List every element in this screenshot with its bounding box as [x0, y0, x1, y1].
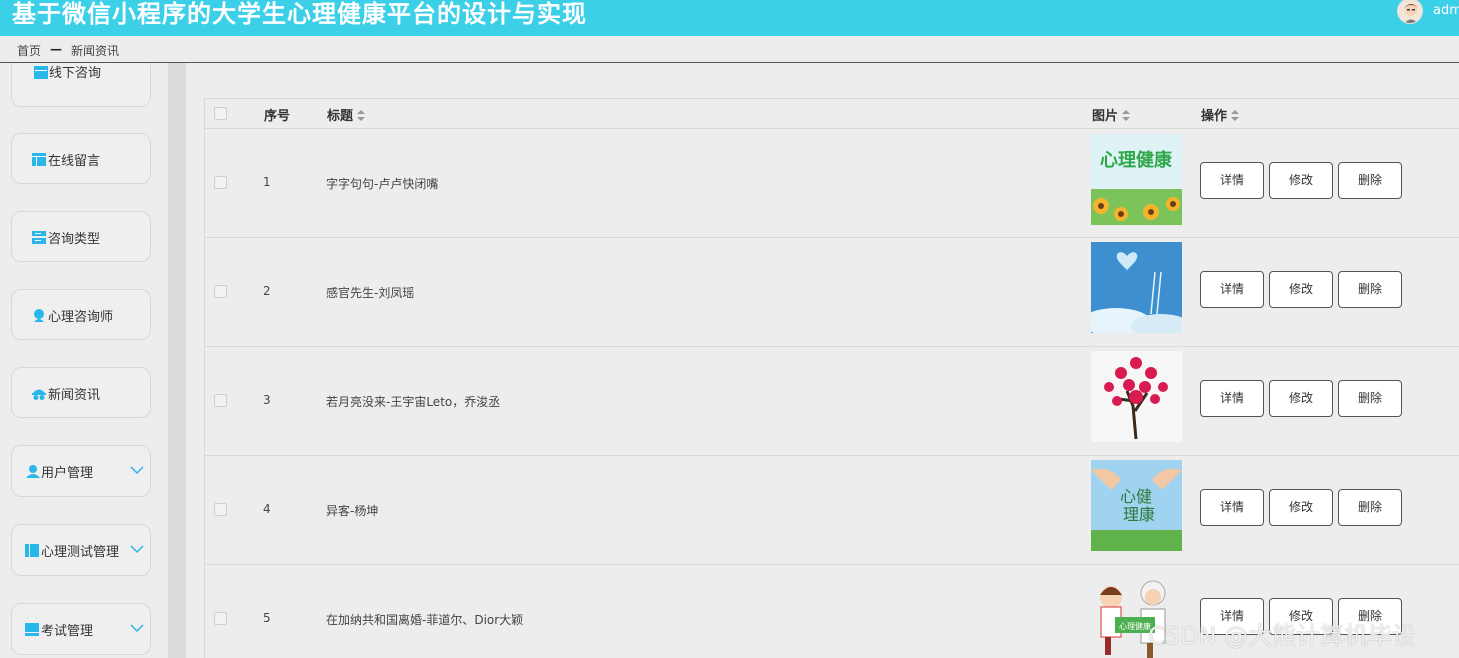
detail-button[interactable]: 详情 [1200, 271, 1264, 308]
table-icon [34, 66, 48, 79]
row-index: 3 [263, 393, 271, 407]
sidebar-item-label: 线下咨询 [49, 66, 102, 81]
chevron-down-icon [130, 466, 144, 475]
sidebar-item-counselor[interactable]: 心理咨询师 [11, 289, 151, 340]
columns-icon [25, 544, 39, 557]
edit-button[interactable]: 修改 [1269, 271, 1333, 308]
edit-button[interactable]: 修改 [1269, 489, 1333, 526]
sidebar-item-label: 在线留言 [48, 154, 101, 169]
monitor-icon [25, 623, 39, 636]
sort-icon[interactable] [1231, 110, 1240, 121]
table-row: 4 异客-杨坤 心健 理康 详情 修改 删除 [205, 456, 1459, 565]
breadcrumb-separator: — [50, 42, 62, 56]
row-title: 字字句句-卢卢快闭嘴 [326, 177, 439, 191]
delete-button[interactable]: 删除 [1338, 380, 1402, 417]
chevron-down-icon [130, 624, 144, 633]
sort-icon[interactable] [1122, 110, 1131, 121]
edit-button[interactable]: 修改 [1269, 380, 1333, 417]
user-icon [26, 465, 40, 478]
table-row: 3 若月亮没来-王宇宙Leto，乔浚丞 详情 修改 删除 [205, 347, 1459, 456]
detail-button[interactable]: 详情 [1200, 380, 1264, 417]
list-icon [32, 231, 46, 244]
news-table: 序号 标题 图片 操作 1 字字句句-卢卢快闭嘴 心理健康 详情 修改 删除 2… [204, 98, 1459, 658]
row-title: 若月亮没来-王宇宙Leto，乔浚丞 [326, 395, 501, 409]
row-title: 感官先生-刘凤瑶 [326, 286, 415, 300]
row-index: 4 [263, 502, 271, 516]
header-title-sortable[interactable]: 标题 [327, 105, 366, 124]
sidebar-item-user-management[interactable]: 用户管理 [11, 445, 151, 497]
breadcrumb-current: 新闻资讯 [71, 44, 120, 58]
header-title-label: 标题 [327, 109, 354, 124]
sidebar-item-label: 心理咨询师 [48, 310, 114, 325]
sky-heart-ladder-image [1091, 242, 1182, 333]
delete-button[interactable]: 删除 [1338, 271, 1402, 308]
sidebar-item-exam-management[interactable]: 考试管理 [11, 603, 151, 655]
sidebar: 线下咨询 在线留言 咨询类型 心理咨询师 新闻资讯 用户管理 心理测试管理 考试… [0, 63, 168, 658]
row-checkbox[interactable] [214, 612, 227, 625]
table-row: 1 字字句句-卢卢快闭嘴 心理健康 详情 修改 删除 [205, 129, 1459, 238]
row-index: 5 [263, 611, 271, 625]
sidebar-item-label: 咨询类型 [48, 232, 101, 247]
select-all-checkbox[interactable] [214, 107, 227, 120]
news-icon [32, 389, 46, 400]
delete-button[interactable]: 删除 [1338, 162, 1402, 199]
sort-icon[interactable] [357, 110, 366, 121]
svg-text:心健: 心健 [1120, 487, 1152, 506]
person-icon [34, 309, 44, 322]
app-title: 基于微信小程序的大学生心理健康平台的设计与实现 [12, 0, 587, 28]
detail-button[interactable]: 详情 [1200, 162, 1264, 199]
table-icon [32, 153, 46, 166]
svg-text:心理健康: 心理健康 [1119, 621, 1151, 631]
header-actions-sortable[interactable]: 操作 [1201, 105, 1240, 124]
breadcrumb: 首页 — 新闻资讯 [0, 36, 1459, 63]
avatar[interactable] [1397, 0, 1423, 24]
sidebar-item-label: 心理测试管理 [41, 545, 120, 560]
username[interactable]: adm [1433, 3, 1459, 18]
row-index: 1 [263, 175, 271, 189]
sidebar-scrollbar[interactable] [168, 63, 186, 658]
sidebar-item-label: 新闻资讯 [48, 388, 101, 403]
edit-button[interactable]: 修改 [1269, 162, 1333, 199]
watermark: CSDN @大熊计算机毕设 [1148, 622, 1417, 650]
svg-text:理康: 理康 [1123, 505, 1155, 524]
sidebar-item-label: 考试管理 [41, 624, 94, 639]
row-index: 2 [263, 284, 271, 298]
row-title: 异客-杨坤 [326, 504, 379, 518]
delete-button[interactable]: 删除 [1338, 489, 1402, 526]
detail-button[interactable]: 详情 [1200, 489, 1264, 526]
row-checkbox[interactable] [214, 285, 227, 298]
breadcrumb-home[interactable]: 首页 [17, 42, 41, 59]
row-title: 在加纳共和国离婚-菲道尔、Dior大颖 [326, 613, 524, 627]
sidebar-item-psych-test-management[interactable]: 心理测试管理 [11, 524, 151, 576]
table-header: 序号 标题 图片 操作 [205, 99, 1459, 129]
sidebar-item-consult-type[interactable]: 咨询类型 [11, 211, 151, 262]
table-row: 2 感官先生-刘凤瑶 详情 修改 删除 [205, 238, 1459, 347]
row-checkbox[interactable] [214, 394, 227, 407]
header-index: 序号 [264, 109, 291, 124]
header-image-label: 图片 [1092, 109, 1119, 124]
top-header: 基于微信小程序的大学生心理健康平台的设计与实现 adm [0, 0, 1459, 36]
heart-tree-image [1091, 351, 1182, 442]
header-image-sortable[interactable]: 图片 [1092, 105, 1131, 124]
sidebar-item-online-message[interactable]: 在线留言 [11, 133, 151, 184]
sidebar-item-label: 用户管理 [41, 466, 94, 481]
mental-health-sunflower-image: 心理健康 [1091, 134, 1182, 225]
header-actions-label: 操作 [1201, 109, 1228, 124]
svg-text:心理健康: 心理健康 [1100, 149, 1173, 171]
sidebar-item-news[interactable]: 新闻资讯 [11, 367, 151, 418]
row-checkbox[interactable] [214, 503, 227, 516]
hands-mental-health-image: 心健 理康 [1091, 460, 1182, 551]
sidebar-item-offline-consult[interactable]: 线下咨询 [11, 63, 151, 107]
row-checkbox[interactable] [214, 176, 227, 189]
avatar-face-icon [1398, 0, 1422, 23]
chevron-down-icon [130, 545, 144, 554]
